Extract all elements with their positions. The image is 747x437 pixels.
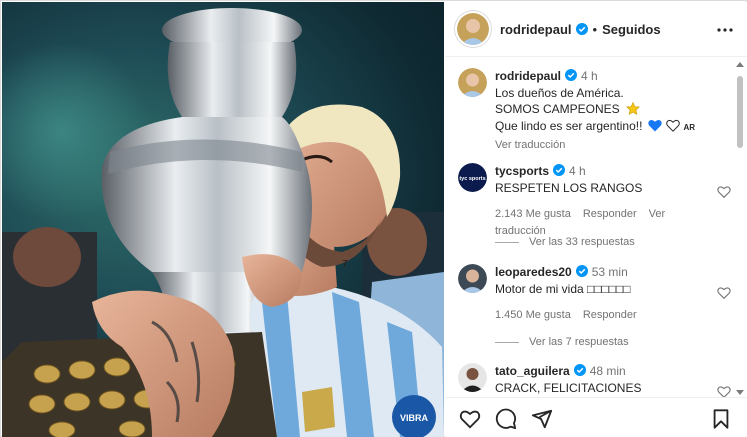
verified-badge-icon (553, 164, 566, 176)
share-icon[interactable] (531, 408, 553, 430)
author-username[interactable]: rodridepaul (500, 22, 572, 37)
svg-text:tyc sports: tyc sports (459, 176, 485, 182)
comment-likes[interactable]: 1.450 Me gusta (495, 309, 571, 321)
post-header: rodridepaul • Seguidos (445, 2, 747, 57)
post-photo[interactable]: VIBRA 7 (2, 2, 444, 437)
comment-reply-button[interactable]: Responder (583, 309, 637, 321)
scroll-down-arrow-icon[interactable] (736, 390, 744, 395)
comment-like-heart-icon[interactable] (717, 385, 731, 397)
comment-username[interactable]: leoparedes20 (495, 265, 572, 279)
heart-icon[interactable] (459, 408, 481, 430)
scrollbar-thumb[interactable] (737, 76, 743, 148)
comment-icon[interactable] (495, 408, 517, 430)
comment-time[interactable]: 48 min (590, 364, 626, 378)
following-button[interactable]: Seguidos (602, 22, 661, 37)
comment-reply-button[interactable]: Responder (583, 208, 637, 220)
caption-body: rodridepaul 4 h Los dueños de América. SO… (495, 68, 723, 154)
comment-avatar[interactable] (458, 264, 487, 293)
view-replies-button[interactable]: Ver las 33 respuestas (495, 236, 635, 248)
view-replies-button[interactable]: Ver las 7 respuestas (495, 336, 629, 348)
jersey-sponsor-logo: VIBRA (400, 413, 429, 423)
comment-meta: 2.143 Me gusta Responder Ver traducción (495, 206, 723, 239)
comment-text: RESPETEN LOS RANGOS (495, 180, 643, 195)
bookmark-icon[interactable] (710, 408, 732, 430)
caption-line-3: Que lindo es ser argentino!! (495, 118, 643, 133)
view-replies-label: Ver las 7 respuestas (529, 336, 629, 348)
tycsports-avatar-image: tyc sports (458, 163, 487, 192)
replies-divider (495, 341, 519, 343)
verified-badge-icon (575, 23, 588, 35)
caption-time[interactable]: 4 h (581, 69, 598, 83)
caption-avatar-image (458, 68, 487, 97)
instagram-post-modal: VIBRA 7 rodridepaul • Seguidos rodridepa… (0, 0, 747, 437)
comment-meta: 1.450 Me gusta Responder (495, 307, 723, 324)
comment-body: tycsports 4 h RESPETEN LOS RANGOS 2.143 M… (495, 163, 723, 239)
comment-like-heart-icon[interactable] (717, 185, 731, 199)
view-replies-label: Ver las 33 respuestas (529, 236, 635, 248)
verified-badge-icon (565, 69, 578, 81)
comment-avatar[interactable] (458, 363, 487, 392)
post-side-panel: rodridepaul • Seguidos rodridepaul 4 h L… (445, 2, 747, 437)
verified-badge-icon (575, 265, 588, 277)
post-photo-art: VIBRA 7 (2, 8, 444, 437)
caption-translate-link[interactable]: Ver traducción (495, 139, 565, 151)
flag-emoji-text: AR (683, 122, 696, 132)
scroll-up-arrow-icon[interactable] (736, 62, 744, 67)
white-heart-emoji (666, 119, 680, 132)
comment-body: leoparedes20 53 min Motor de mi vida □□□□… (495, 264, 723, 324)
verified-badge-icon (573, 364, 586, 376)
comment-likes[interactable]: 2.143 Me gusta (495, 208, 571, 220)
caption-line-2: SOMOS CAMPEONES (495, 102, 620, 116)
comment-time[interactable]: 4 h (569, 164, 586, 178)
blue-heart-emoji (648, 119, 662, 131)
header-separator: • (592, 21, 598, 37)
author-avatar[interactable] (457, 13, 489, 45)
caption-username[interactable]: rodridepaul (495, 69, 561, 83)
comment-username[interactable]: tato_aguilera (495, 364, 570, 378)
author-avatar-image (457, 13, 489, 45)
leoparedes-avatar-image (458, 264, 487, 293)
comment-time[interactable]: 53 min (592, 265, 628, 279)
comment-text: Motor de mi vida □□□□□□ (495, 281, 631, 296)
comments-list[interactable]: rodridepaul 4 h Los dueños de América. SO… (445, 58, 747, 397)
caption-line-1: Los dueños de América. (495, 85, 624, 100)
star-emoji (626, 101, 641, 116)
comment-like-heart-icon[interactable] (717, 286, 731, 300)
tato-aguilera-avatar-image (458, 363, 487, 392)
comment-text: CRACK, FELICITACIONES (495, 380, 642, 395)
neck-tattoo: 7 (342, 259, 348, 270)
comment-username[interactable]: tycsports (495, 164, 549, 178)
comments-scrollbar[interactable] (733, 58, 747, 397)
more-options-icon[interactable] (715, 20, 735, 40)
post-action-bar (445, 397, 747, 437)
comment-body: tato_aguilera 48 min CRACK, FELICITACIONE… (495, 363, 723, 396)
caption-avatar[interactable] (458, 68, 487, 97)
replies-divider (495, 241, 519, 243)
comment-avatar[interactable]: tyc sports (458, 163, 487, 192)
